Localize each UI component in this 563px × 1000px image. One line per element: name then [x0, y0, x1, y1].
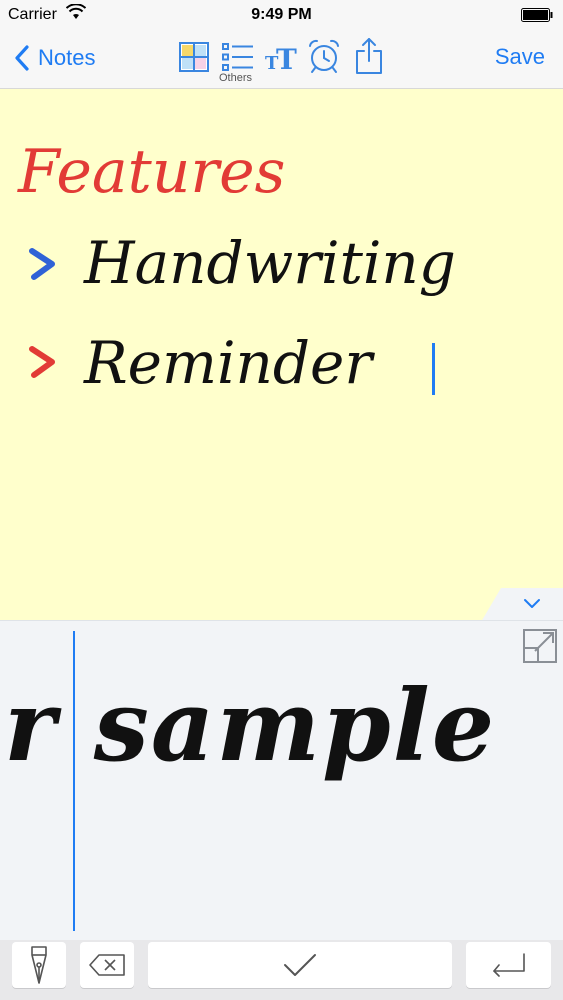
- note-canvas[interactable]: Features Handwriting Reminder: [0, 89, 563, 620]
- note-title: Features: [18, 137, 285, 207]
- checkmark-icon: [284, 954, 316, 976]
- list-icon[interactable]: [222, 42, 254, 72]
- return-button[interactable]: [466, 942, 551, 988]
- text-size-icon[interactable]: T T: [264, 42, 300, 72]
- alarm-clock-icon[interactable]: [306, 38, 342, 74]
- save-button[interactable]: Save: [495, 44, 545, 70]
- expand-icon[interactable]: [523, 629, 557, 663]
- share-icon[interactable]: [354, 37, 384, 75]
- svg-text:T: T: [276, 43, 297, 72]
- note-item-text: Handwriting: [84, 229, 456, 297]
- note-title-text: Features: [18, 137, 286, 207]
- backspace-button[interactable]: [80, 942, 134, 988]
- backspace-icon: [89, 954, 125, 976]
- pen-nib-icon: [31, 946, 47, 984]
- text-cursor: [432, 343, 435, 395]
- back-label: Notes: [38, 45, 96, 70]
- navigation-bar: Notes Others T T Save: [0, 30, 563, 89]
- clock-time: 9:49 PM: [251, 6, 312, 23]
- pad-ink-text: r sample: [4, 669, 497, 784]
- pad-toolbar: [0, 940, 563, 1000]
- pen-button[interactable]: [12, 942, 66, 988]
- collapse-tab[interactable]: [481, 588, 563, 622]
- note-item-text: Reminder: [84, 329, 373, 397]
- grid-layout-icon[interactable]: [179, 42, 209, 72]
- others-label: Others: [219, 72, 253, 84]
- status-bar: Carrier 9:49 PM: [0, 0, 563, 30]
- note-item-reminder: Reminder: [84, 329, 372, 397]
- chevron-left-icon: [15, 45, 29, 71]
- note-item-handwriting: Handwriting: [84, 229, 456, 297]
- pad-cursor: [73, 631, 75, 931]
- bullet-chevron-icon: [29, 248, 55, 280]
- battery-icon: [521, 8, 553, 22]
- handwriting-pad[interactable]: r sample: [0, 620, 563, 941]
- back-button[interactable]: Notes: [14, 42, 95, 74]
- bullet-chevron-icon: [29, 346, 55, 378]
- confirm-button[interactable]: [148, 942, 452, 988]
- return-icon: [492, 953, 525, 977]
